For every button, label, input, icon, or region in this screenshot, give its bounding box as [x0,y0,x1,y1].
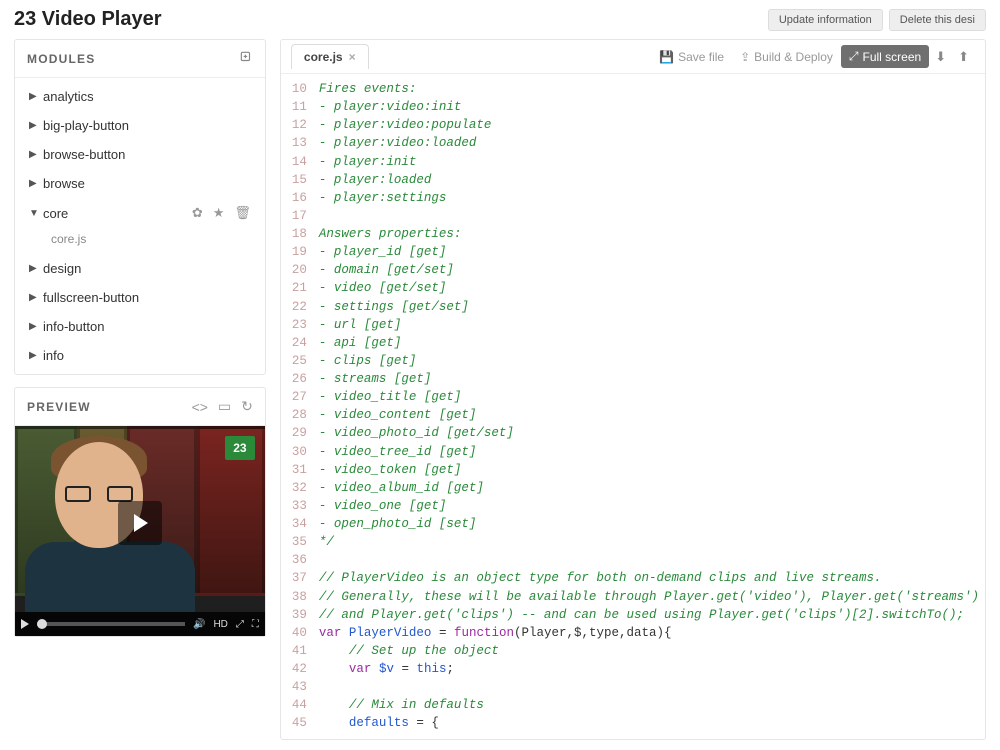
module-label: analytics [43,89,251,104]
preview-video: 23 🔊 HD ⤢ ⛶ [15,426,265,636]
expand-icon[interactable]: ⤢ [236,619,244,630]
left-panel: MODULES ▶analytics✿★🗑▶big-play-button✿★🗑… [14,39,266,740]
module-row-browse[interactable]: ▶browse✿★🗑 [15,169,265,198]
tab-core-js[interactable]: core.js × [291,44,369,69]
module-row-info-button[interactable]: ▶info-button✿★🗑 [15,312,265,341]
progress-knob[interactable] [37,619,47,629]
modules-panel: MODULES ▶analytics✿★🗑▶big-play-button✿★🗑… [14,39,266,375]
delete-icon[interactable]: 🗑 [234,205,251,221]
preview-window-icon[interactable]: ▭ [218,398,231,415]
caret-icon: ▼ [29,208,43,219]
module-label: core [43,206,192,221]
delete-design-button[interactable]: Delete this desi [889,9,986,31]
module-label: fullscreen-button [43,290,251,305]
module-row-big-play-button[interactable]: ▶big-play-button✿★🗑 [15,111,265,140]
preview-title: PREVIEW [27,400,182,414]
page-title: 23 Video Player [14,8,762,31]
module-label: design [43,261,251,276]
fullscreen-icon: ⤢ [849,49,859,64]
module-label: browse [43,176,251,191]
module-label: info-button [43,319,251,334]
code-editor[interactable]: 10 11 12 13 14 15 16 17 18 19 20 21 22 2… [281,74,985,739]
line-gutter: 10 11 12 13 14 15 16 17 18 19 20 21 22 2… [281,74,315,739]
module-label: info [43,348,251,363]
hd-toggle[interactable]: HD [213,619,227,630]
progress-track[interactable] [37,622,185,626]
caret-icon: ▶ [29,178,43,189]
caret-icon: ▶ [29,321,43,332]
module-row-analytics[interactable]: ▶analytics✿★🗑 [15,82,265,111]
player-controls: 🔊 HD ⤢ ⛶ [15,612,265,636]
workspace: MODULES ▶analytics✿★🗑▶big-play-button✿★🗑… [0,39,1000,750]
module-row-info[interactable]: ▶info✿★🗑 [15,341,265,370]
save-icon: 💾 [659,50,674,64]
settings-icon[interactable]: ✿ [192,205,203,221]
code-area[interactable]: Fires events: - player:video:init - play… [315,74,985,739]
caret-icon: ▶ [29,292,43,303]
preview-code-icon[interactable]: <> [192,399,208,415]
update-info-button[interactable]: Update information [768,9,883,31]
caret-icon: ▶ [29,91,43,102]
module-label: browse-button [43,147,251,162]
editor-panel: core.js × 💾 Save file ⇪ Build & Deploy ⤢… [280,39,986,740]
modules-list: ▶analytics✿★🗑▶big-play-button✿★🗑▶browse-… [15,78,265,374]
volume-icon[interactable]: 🔊 [193,619,205,630]
download-icon[interactable]: ⬇ [929,47,952,67]
brand-badge: 23 [225,436,255,460]
caret-icon: ▶ [29,149,43,160]
module-file-core-js[interactable]: core.js [15,228,265,254]
build-deploy-button[interactable]: ⇪ Build & Deploy [732,46,841,68]
modules-title: MODULES [27,52,229,66]
preview-refresh-icon[interactable]: ↻ [241,398,253,415]
star-icon[interactable]: ★ [213,205,225,221]
module-label: big-play-button [43,118,251,133]
add-module-icon[interactable] [239,50,253,67]
module-row-fullscreen-button[interactable]: ▶fullscreen-button✿★🗑 [15,283,265,312]
play-icon[interactable] [21,619,29,629]
page-header: 23 Video Player Update information Delet… [0,0,1000,39]
close-icon[interactable]: × [349,50,356,64]
module-row-core[interactable]: ▼core✿ ★ 🗑 [15,198,265,228]
rocket-icon: ⇪ [740,50,750,64]
preview-panel: PREVIEW <> ▭ ↻ 23 🔊 HD [14,387,266,637]
module-row-browse-button[interactable]: ▶browse-button✿★🗑 [15,140,265,169]
module-row-design[interactable]: ▶design✿★🗑 [15,254,265,283]
editor-tab-strip: core.js × 💾 Save file ⇪ Build & Deploy ⤢… [281,40,985,74]
modules-header: MODULES [15,40,265,78]
upload-icon[interactable]: ⬆ [952,47,975,67]
caret-icon: ▶ [29,263,43,274]
big-play-button[interactable] [118,501,162,545]
save-file-button[interactable]: 💾 Save file [651,46,732,68]
fullscreen-button[interactable]: ⤢ Full screen [841,45,929,68]
tab-label: core.js [304,50,343,64]
caret-icon: ▶ [29,120,43,131]
preview-header: PREVIEW <> ▭ ↻ [15,388,265,426]
caret-icon: ▶ [29,350,43,361]
fullscreen-icon[interactable]: ⛶ [252,619,259,630]
